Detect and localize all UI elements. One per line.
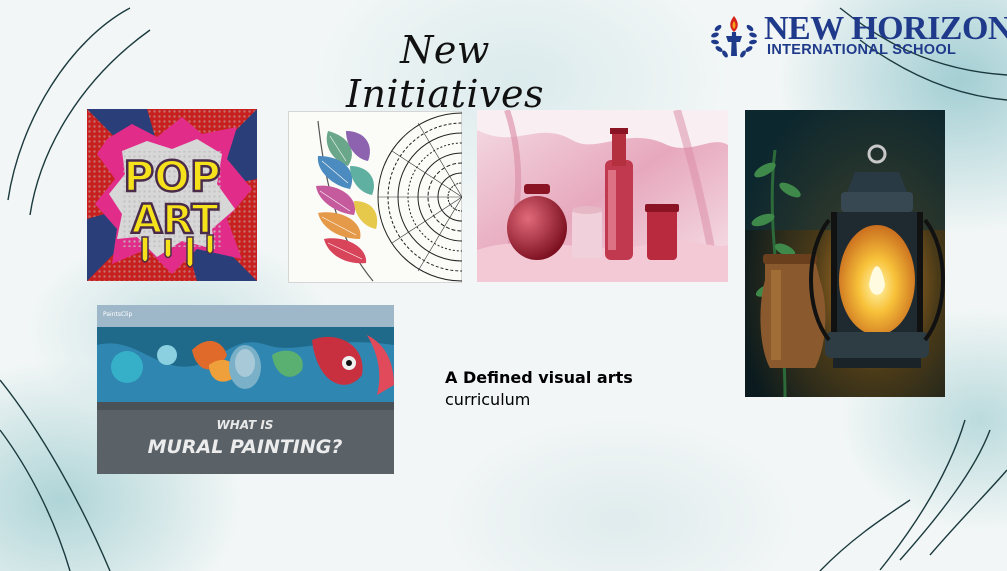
pop-art-image: POP ART bbox=[87, 109, 257, 281]
school-logo: NEW HORIZON INTERNATIONAL SCHOOL bbox=[706, 10, 1007, 62]
zentangle-mandala-image bbox=[288, 111, 462, 283]
logo-subtitle: INTERNATIONAL SCHOOL bbox=[767, 42, 957, 58]
pop-text: POP bbox=[123, 152, 220, 201]
art-text: ART bbox=[131, 197, 219, 243]
caption-bold-text: A Defined visual arts bbox=[445, 368, 633, 387]
mural-text-mural-painting: MURAL PAINTING? bbox=[148, 436, 343, 458]
slide: New Initiatives NEW HORIZON INTERNATIONA… bbox=[0, 0, 1007, 571]
slide-title: New Initiatives bbox=[345, 28, 545, 116]
still-life-painting-image bbox=[477, 110, 728, 282]
lantern-painting-image bbox=[745, 110, 945, 397]
caption-block: A Defined visual arts curriculum bbox=[445, 367, 745, 411]
laurel-torch-icon bbox=[711, 16, 757, 58]
mural-painting-image: WHAT IS MURAL PAINTING? PaintsClip bbox=[97, 305, 394, 474]
caption-normal-text: curriculum bbox=[445, 390, 531, 409]
mural-text-what-is: WHAT IS bbox=[217, 418, 274, 432]
mural-watermark: PaintsClip bbox=[103, 311, 132, 318]
